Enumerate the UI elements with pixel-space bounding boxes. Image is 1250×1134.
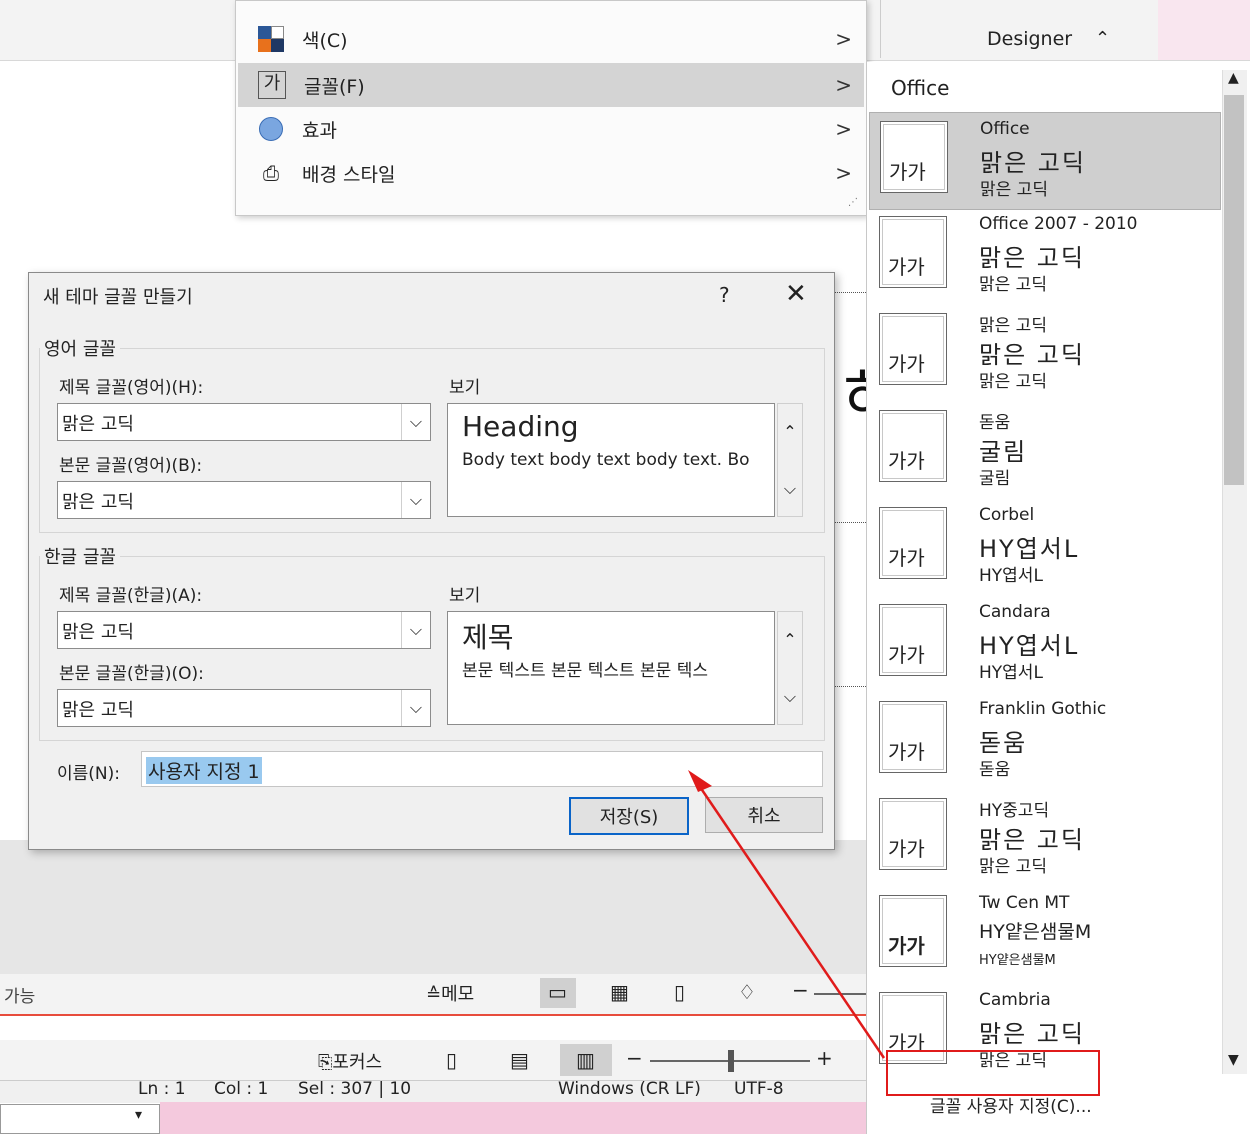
annotation-arrow: [688, 770, 886, 1059]
